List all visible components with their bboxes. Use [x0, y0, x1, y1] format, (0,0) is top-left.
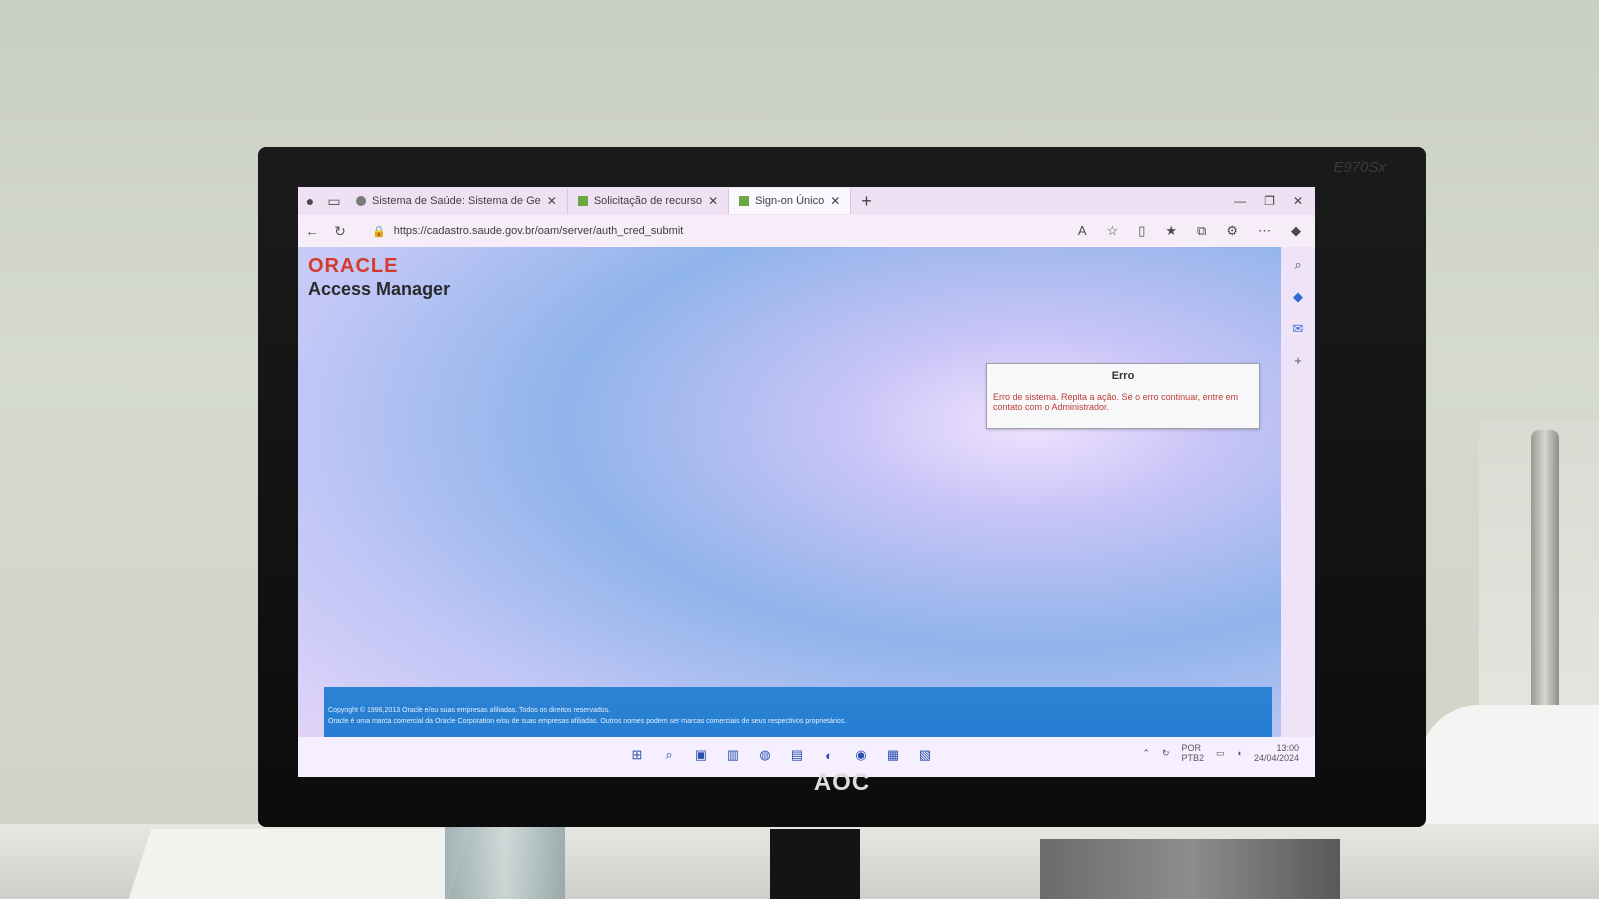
- address-bar: ← ↻ 🔒 https://cadastro.saude.gov.br/oam/…: [298, 215, 1315, 247]
- tab-sign-on-unico[interactable]: Sign-on Único ✕: [729, 188, 852, 214]
- refresh-icon[interactable]: ↻: [326, 223, 354, 240]
- photos-icon[interactable]: ▧: [916, 746, 934, 764]
- sidebar-copilot-icon[interactable]: ◆: [1293, 289, 1303, 305]
- url-box[interactable]: 🔒 https://cadastro.saude.gov.br/oam/serv…: [372, 225, 962, 238]
- monitor-model-label: E970Sx: [1333, 159, 1386, 176]
- page-title: Access Manager: [308, 279, 451, 299]
- tray-up-arrow-icon[interactable]: ⌃: [1142, 748, 1150, 759]
- error-title: Erro: [1111, 370, 1135, 382]
- clock-date: 24/04/2024: [1253, 753, 1299, 763]
- keyboard-label: PTB2: [1181, 753, 1204, 763]
- book-on-desk: [1040, 839, 1340, 899]
- tab-actions-icon[interactable]: ▭: [322, 189, 346, 213]
- browser-sidebar: ⌕ ◆ ✉ +: [1281, 247, 1315, 777]
- copilot-icon[interactable]: ◆: [1291, 223, 1301, 239]
- clock[interactable]: 13:00 24/04/2024: [1254, 743, 1299, 763]
- lock-icon: 🔒: [372, 225, 386, 238]
- file-explorer-icon[interactable]: ▤: [788, 746, 806, 764]
- close-icon[interactable]: ✕: [547, 194, 557, 208]
- oracle-logo: ORACLE: [308, 255, 399, 277]
- tab-label: Solicitação de recurso: [593, 195, 703, 207]
- system-tray: ⌃ ↻ POR PTB2 ▭ ◖ 13:00 24/04/2024: [1142, 743, 1299, 763]
- close-icon[interactable]: ✕: [708, 194, 718, 208]
- language-label: POR: [1181, 743, 1201, 753]
- tab-label: Sistema de Saúde: Sistema de Ge: [372, 195, 541, 207]
- window-controls: — ❐ ✕: [1234, 194, 1315, 208]
- taskbar-apps: ⊞ ⌕ ▣ ▥ ◍ ▤ ◐ ◉ ▦ ▧: [628, 746, 934, 764]
- sidebar-add-icon[interactable]: +: [1294, 353, 1302, 368]
- chat-icon[interactable]: ◍: [756, 746, 774, 764]
- trademark-text: Oracle é uma marca comercial da Oracle C…: [328, 718, 847, 725]
- profile-icon[interactable]: ●: [298, 189, 322, 213]
- monitor: E970Sx ● ▭ Sistema de Saúde: Sistema de …: [258, 147, 1426, 827]
- taskbar-search-icon[interactable]: ⌕: [660, 746, 678, 764]
- new-tab-button[interactable]: +: [851, 191, 882, 212]
- tab-sistema-saude[interactable]: Sistema de Saúde: Sistema de Ge ✕: [346, 188, 568, 214]
- tab-solicitacao-recurso[interactable]: Solicitação de recurso ✕: [568, 188, 730, 214]
- monitor-stand: [770, 829, 860, 899]
- read-aloud-icon[interactable]: A: [1078, 223, 1087, 239]
- page-content: ORACLE Access Manager Erro Erro de siste…: [298, 247, 1281, 773]
- widgets-icon[interactable]: ▥: [724, 746, 742, 764]
- tray-language[interactable]: POR PTB2: [1181, 743, 1204, 763]
- volume-icon[interactable]: ◖: [1237, 748, 1242, 758]
- restore-icon[interactable]: ❐: [1264, 194, 1275, 208]
- background-plant: [1531, 430, 1559, 750]
- url-text[interactable]: https://cadastro.saude.gov.br/oam/server…: [394, 225, 684, 237]
- edge-icon[interactable]: ◐: [820, 746, 838, 764]
- close-icon[interactable]: ✕: [830, 194, 840, 208]
- copyright-text: Copyright © 1996,2013 Oracle e/ou suas e…: [328, 707, 611, 714]
- favorites-icon[interactable]: ★: [1165, 223, 1177, 239]
- tab-bar: ● ▭ Sistema de Saúde: Sistema de Ge ✕ So…: [298, 187, 1315, 215]
- clock-time: 13:00: [1276, 743, 1299, 753]
- close-window-icon[interactable]: ✕: [1293, 194, 1303, 208]
- screen: ● ▭ Sistema de Saúde: Sistema de Ge ✕ So…: [298, 187, 1315, 777]
- toolbar-icons: A ☆ ▯ ★ ⧉ ⚙ ⋯ ◆: [1078, 223, 1315, 239]
- tab-favicon-gray: [356, 196, 366, 206]
- paper-sheet: [128, 829, 472, 899]
- extensions-icon[interactable]: ⚙: [1226, 223, 1238, 239]
- collections-icon[interactable]: ⧉: [1197, 223, 1206, 239]
- minimize-icon[interactable]: —: [1234, 194, 1246, 208]
- tab-favicon-green: [739, 196, 750, 206]
- sidebar-search-icon[interactable]: ⌕: [1294, 257, 1301, 273]
- split-screen-icon[interactable]: ▯: [1138, 223, 1145, 239]
- error-dialog: Erro Erro de sistema. Repita a ação. Se …: [986, 363, 1260, 429]
- more-menu-icon[interactable]: ⋯: [1258, 223, 1271, 239]
- task-view-icon[interactable]: ▣: [692, 746, 710, 764]
- network-icon[interactable]: ▭: [1216, 748, 1225, 759]
- back-icon[interactable]: ←: [298, 223, 326, 239]
- error-message: Erro de sistema. Repita a ação. Se o err…: [993, 392, 1239, 412]
- windows-start-icon[interactable]: ⊞: [628, 746, 646, 764]
- favorite-star-icon[interactable]: ☆: [1107, 223, 1119, 239]
- sidebar-outlook-icon[interactable]: ✉: [1293, 321, 1304, 337]
- tab-favicon-green: [577, 196, 588, 206]
- chrome-icon[interactable]: ◉: [852, 746, 870, 764]
- monitor-brand: AOC: [813, 769, 871, 796]
- tray-sync-icon[interactable]: ↻: [1162, 748, 1170, 759]
- app-icon[interactable]: ▦: [884, 746, 902, 764]
- tab-label: Sign-on Único: [755, 195, 825, 207]
